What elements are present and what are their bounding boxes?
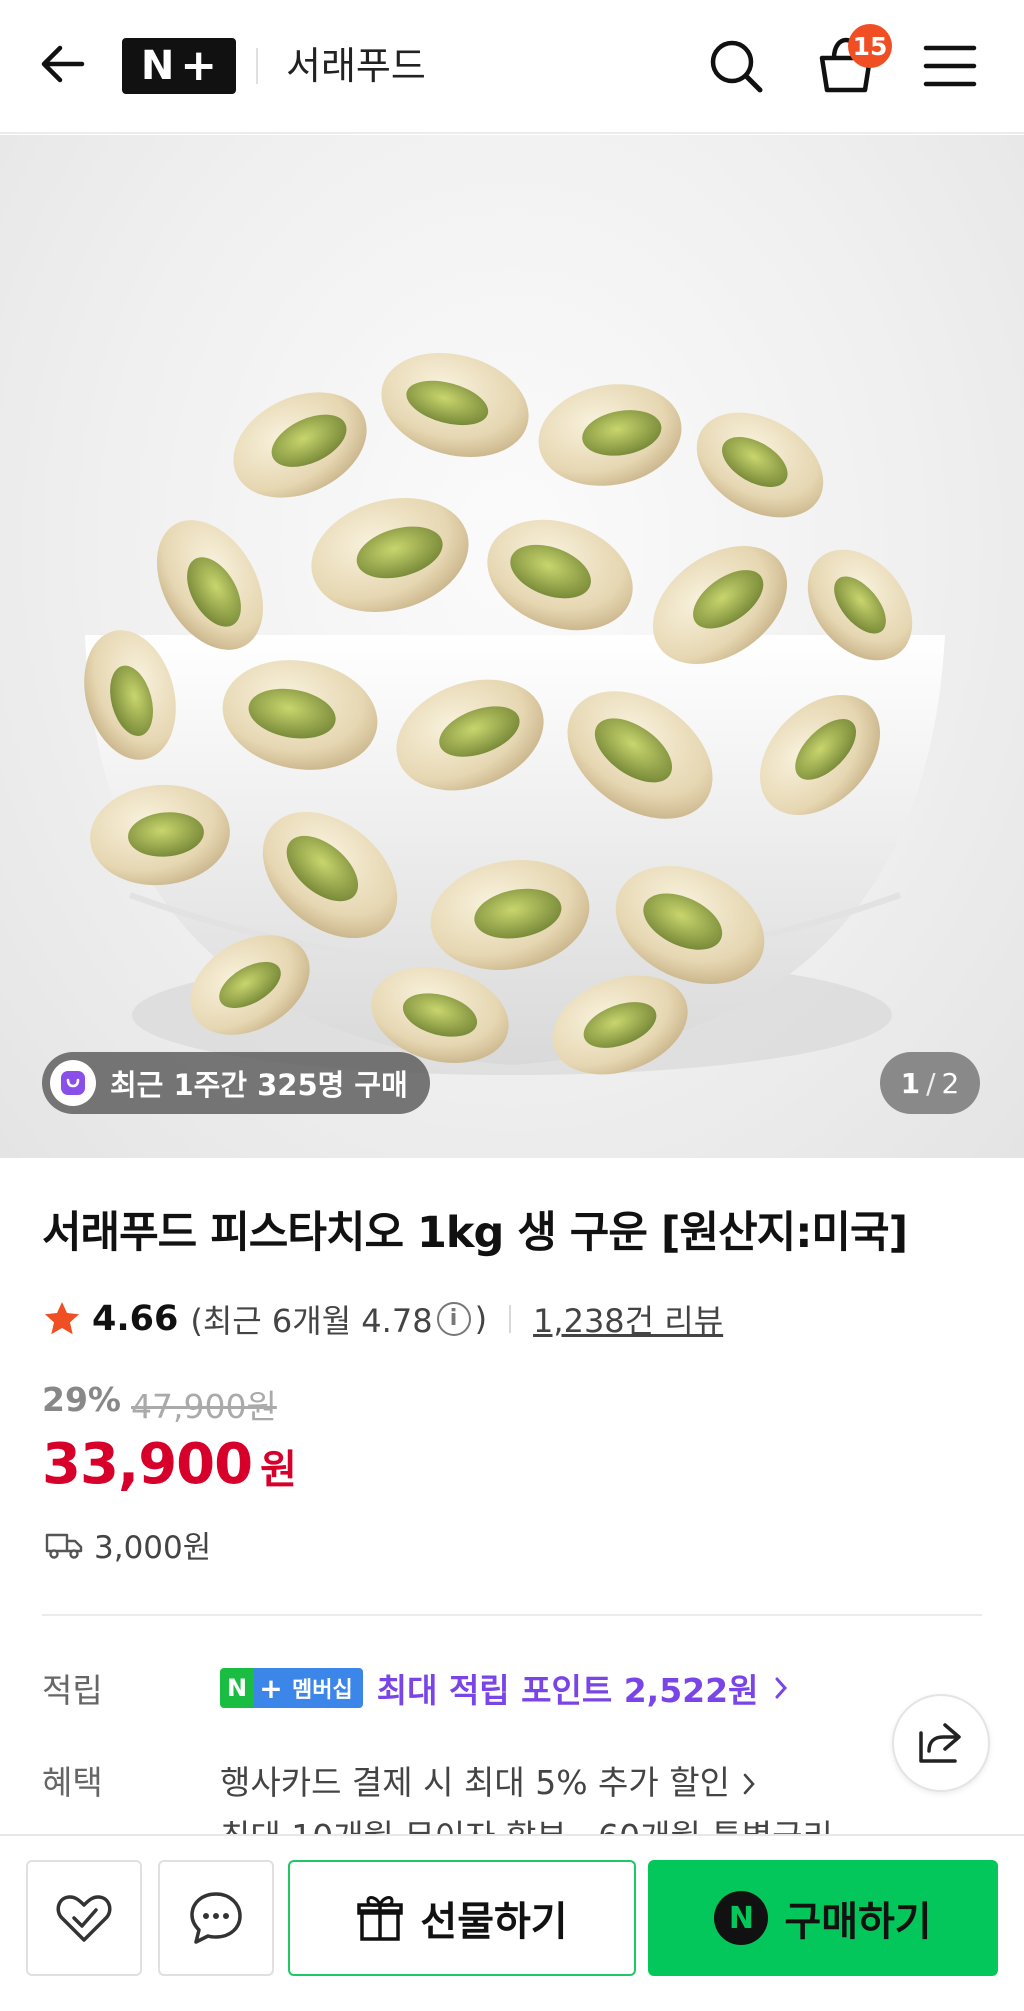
pager-separator: / xyxy=(926,1066,936,1100)
membership-text: 멤버십 xyxy=(288,1668,363,1708)
benefit-label: 혜택 xyxy=(42,1763,103,1802)
membership-badge: N + 멤버십 xyxy=(220,1668,363,1708)
pistachio-bowl-illustration xyxy=(84,352,945,1075)
store-name[interactable]: 서래푸드 xyxy=(286,40,426,92)
section-divider xyxy=(42,1614,982,1616)
discount-row: 29% 47,900원 xyxy=(42,1380,277,1428)
menu-icon[interactable] xyxy=(920,38,980,94)
rating-divider xyxy=(509,1305,512,1333)
delivery-truck-icon xyxy=(45,1533,83,1559)
membership-plus: + xyxy=(254,1668,288,1708)
info-icon[interactable]: i xyxy=(436,1302,471,1336)
points-label: 적립 xyxy=(42,1671,103,1710)
cart-count-badge: 15 xyxy=(848,24,892,68)
logo-plus: + xyxy=(180,40,218,91)
buy-label: 구매하기 xyxy=(784,1899,932,1945)
image-pager: 1 / 2 xyxy=(880,1052,980,1114)
shipping-fee: 3,000원 xyxy=(94,1530,212,1566)
price-unit: 원 xyxy=(260,1447,297,1493)
recent-rating-prefix: (최근 6개월 4.78 xyxy=(190,1302,433,1340)
card-discount-row[interactable]: 행사카드 결제 시 최대 5% 추가 할인 xyxy=(220,1756,758,1804)
wishlist-button[interactable] xyxy=(26,1860,142,1976)
gift-icon xyxy=(357,1896,404,1941)
discount-rate: 29% xyxy=(42,1380,121,1419)
back-arrow-icon[interactable] xyxy=(36,36,92,92)
star-icon xyxy=(45,1302,79,1335)
buy-button[interactable]: N 구매하기 xyxy=(648,1860,998,1976)
product-title: 서래푸드 피스타치오 1kg 생 구운 [원산지:미국] xyxy=(42,1208,908,1258)
review-count-link[interactable]: 1,238건 리뷰 xyxy=(533,1296,723,1342)
share-button[interactable] xyxy=(892,1694,990,1792)
chat-bubble-icon xyxy=(190,1892,242,1944)
naver-pay-icon: N xyxy=(714,1891,769,1945)
points-row[interactable]: N + 멤버십 최대 적립 포인트 2,522원 xyxy=(220,1664,790,1712)
pager-current: 1 xyxy=(900,1066,921,1100)
pager-total: 2 xyxy=(941,1066,960,1100)
recent-purchase-badge: 최근 1주간 325명 구매 xyxy=(42,1052,430,1114)
max-points-text: 최대 적립 포인트 2,522원 xyxy=(376,1671,759,1710)
rating-score: 4.66 xyxy=(92,1299,179,1339)
naver-plus-logo[interactable]: N + xyxy=(122,38,236,94)
card-discount-text: 행사카드 결제 시 최대 5% 추가 할인 xyxy=(220,1763,730,1802)
shopping-bag-icon xyxy=(50,1060,96,1106)
chevron-right-icon xyxy=(744,1773,756,1795)
rating-row: 4.66 (최근 6개월 4.78 i ) 1,238건 리뷰 xyxy=(42,1296,723,1342)
chat-button[interactable] xyxy=(158,1860,274,1976)
chevron-right-icon xyxy=(775,1677,788,1699)
share-icon xyxy=(919,1723,961,1763)
logo-n: N xyxy=(140,43,175,89)
product-image[interactable] xyxy=(0,135,1024,1158)
price-value: 33,900 xyxy=(42,1432,253,1497)
original-price: 47,900원 xyxy=(131,1387,277,1426)
sale-price: 33,900 원 xyxy=(42,1432,297,1497)
heart-check-icon xyxy=(56,1895,112,1942)
shipping-row: 3,000원 xyxy=(44,1522,211,1567)
header-divider xyxy=(256,48,258,84)
top-header: N + 서래푸드 15 xyxy=(0,0,1024,134)
gift-label: 선물하기 xyxy=(420,1899,568,1945)
membership-n: N xyxy=(220,1668,254,1708)
recent-purchase-text: 최근 1주간 325명 구매 xyxy=(110,1068,408,1102)
bottom-action-bar: 선물하기 N 구매하기 xyxy=(0,1834,1024,2011)
gift-button[interactable]: 선물하기 xyxy=(288,1860,636,1976)
recent-rating-suffix: ) xyxy=(474,1300,488,1338)
search-icon[interactable] xyxy=(704,34,768,98)
